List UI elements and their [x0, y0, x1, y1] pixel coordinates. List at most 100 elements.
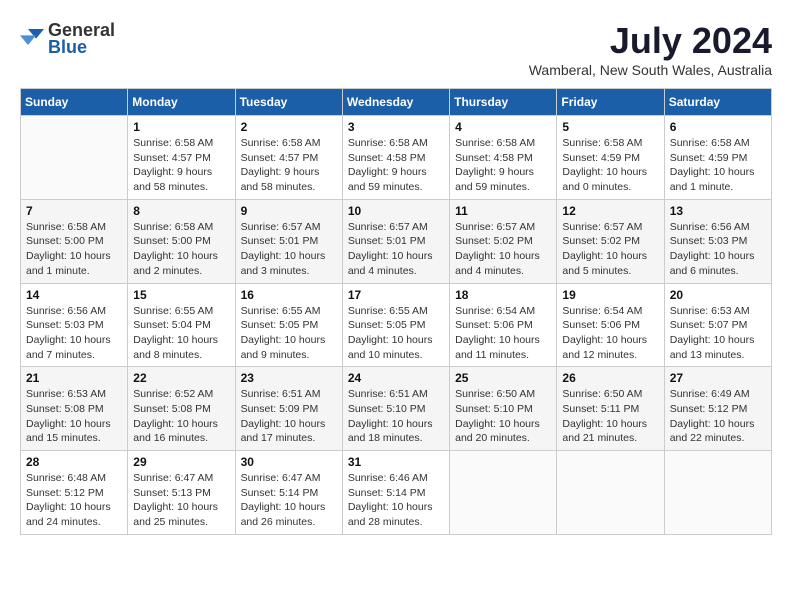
day-header-thursday: Thursday: [450, 89, 557, 116]
calendar-cell: 5 Sunrise: 6:58 AMSunset: 4:59 PMDaylight…: [557, 116, 664, 200]
calendar-cell: 28 Sunrise: 6:48 AMSunset: 5:12 PMDayligh…: [21, 451, 128, 535]
day-info: Sunrise: 6:51 AMSunset: 5:09 PMDaylight:…: [241, 387, 337, 446]
week-row-3: 14 Sunrise: 6:56 AMSunset: 5:03 PMDayligh…: [21, 283, 772, 367]
calendar-cell: 13 Sunrise: 6:56 AMSunset: 5:03 PMDayligh…: [664, 199, 771, 283]
day-info: Sunrise: 6:56 AMSunset: 5:03 PMDaylight:…: [26, 304, 122, 363]
day-header-saturday: Saturday: [664, 89, 771, 116]
calendar-cell: 4 Sunrise: 6:58 AMSunset: 4:58 PMDaylight…: [450, 116, 557, 200]
month-title: July 2024: [529, 20, 772, 62]
calendar-cell: 31 Sunrise: 6:46 AMSunset: 5:14 PMDayligh…: [342, 451, 449, 535]
day-number: 12: [562, 204, 658, 218]
calendar-cell: 10 Sunrise: 6:57 AMSunset: 5:01 PMDayligh…: [342, 199, 449, 283]
calendar-cell: [21, 116, 128, 200]
day-header-sunday: Sunday: [21, 89, 128, 116]
day-number: 26: [562, 371, 658, 385]
day-number: 1: [133, 120, 229, 134]
day-info: Sunrise: 6:58 AMSunset: 4:58 PMDaylight:…: [348, 136, 444, 195]
day-info: Sunrise: 6:55 AMSunset: 5:05 PMDaylight:…: [348, 304, 444, 363]
logo-blue: Blue: [48, 37, 115, 58]
logo-icon: [20, 29, 44, 49]
day-info: Sunrise: 6:54 AMSunset: 5:06 PMDaylight:…: [562, 304, 658, 363]
day-number: 22: [133, 371, 229, 385]
calendar-cell: 8 Sunrise: 6:58 AMSunset: 5:00 PMDaylight…: [128, 199, 235, 283]
day-info: Sunrise: 6:47 AMSunset: 5:14 PMDaylight:…: [241, 471, 337, 530]
day-info: Sunrise: 6:46 AMSunset: 5:14 PMDaylight:…: [348, 471, 444, 530]
calendar-table: SundayMondayTuesdayWednesdayThursdayFrid…: [20, 88, 772, 535]
calendar-cell: 12 Sunrise: 6:57 AMSunset: 5:02 PMDayligh…: [557, 199, 664, 283]
day-info: Sunrise: 6:58 AMSunset: 5:00 PMDaylight:…: [26, 220, 122, 279]
day-info: Sunrise: 6:58 AMSunset: 4:59 PMDaylight:…: [562, 136, 658, 195]
calendar-cell: 21Sunrise: 6:53 AMSunset: 5:08 PMDayligh…: [21, 367, 128, 451]
calendar-cell: 27Sunrise: 6:49 AMSunset: 5:12 PMDayligh…: [664, 367, 771, 451]
calendar-cell: [664, 451, 771, 535]
day-info: Sunrise: 6:58 AMSunset: 4:59 PMDaylight:…: [670, 136, 766, 195]
calendar-cell: 23 Sunrise: 6:51 AMSunset: 5:09 PMDayligh…: [235, 367, 342, 451]
day-number: 8: [133, 204, 229, 218]
day-number: 28: [26, 455, 122, 469]
calendar-cell: 15Sunrise: 6:55 AMSunset: 5:04 PMDayligh…: [128, 283, 235, 367]
calendar-cell: 26 Sunrise: 6:50 AMSunset: 5:11 PMDayligh…: [557, 367, 664, 451]
header: General Blue July 2024 Wamberal, New Sou…: [20, 20, 772, 78]
week-row-4: 21Sunrise: 6:53 AMSunset: 5:08 PMDayligh…: [21, 367, 772, 451]
day-number: 31: [348, 455, 444, 469]
day-number: 10: [348, 204, 444, 218]
day-info: Sunrise: 6:50 AMSunset: 5:10 PMDaylight:…: [455, 387, 551, 446]
day-info: Sunrise: 6:58 AMSunset: 4:58 PMDaylight:…: [455, 136, 551, 195]
day-number: 27: [670, 371, 766, 385]
day-info: Sunrise: 6:53 AMSunset: 5:08 PMDaylight:…: [26, 387, 122, 446]
day-info: Sunrise: 6:58 AMSunset: 5:00 PMDaylight:…: [133, 220, 229, 279]
day-info: Sunrise: 6:55 AMSunset: 5:05 PMDaylight:…: [241, 304, 337, 363]
day-info: Sunrise: 6:53 AMSunset: 5:07 PMDaylight:…: [670, 304, 766, 363]
day-info: Sunrise: 6:56 AMSunset: 5:03 PMDaylight:…: [670, 220, 766, 279]
day-number: 6: [670, 120, 766, 134]
calendar-cell: 16 Sunrise: 6:55 AMSunset: 5:05 PMDayligh…: [235, 283, 342, 367]
calendar-cell: [450, 451, 557, 535]
day-info: Sunrise: 6:57 AMSunset: 5:02 PMDaylight:…: [562, 220, 658, 279]
day-number: 23: [241, 371, 337, 385]
day-number: 19: [562, 288, 658, 302]
day-info: Sunrise: 6:58 AMSunset: 4:57 PMDaylight:…: [241, 136, 337, 195]
calendar-cell: 9Sunrise: 6:57 AMSunset: 5:01 PMDaylight…: [235, 199, 342, 283]
calendar-cell: 1Sunrise: 6:58 AMSunset: 4:57 PMDaylight…: [128, 116, 235, 200]
calendar-cell: 25Sunrise: 6:50 AMSunset: 5:10 PMDayligh…: [450, 367, 557, 451]
day-header-wednesday: Wednesday: [342, 89, 449, 116]
day-number: 11: [455, 204, 551, 218]
calendar-cell: 2 Sunrise: 6:58 AMSunset: 4:57 PMDaylight…: [235, 116, 342, 200]
calendar-cell: 19 Sunrise: 6:54 AMSunset: 5:06 PMDayligh…: [557, 283, 664, 367]
day-number: 13: [670, 204, 766, 218]
day-number: 2: [241, 120, 337, 134]
day-info: Sunrise: 6:50 AMSunset: 5:11 PMDaylight:…: [562, 387, 658, 446]
day-number: 18: [455, 288, 551, 302]
calendar-cell: 6 Sunrise: 6:58 AMSunset: 4:59 PMDaylight…: [664, 116, 771, 200]
calendar-cell: [557, 451, 664, 535]
week-row-1: 1 Sunrise: 6:58 AMSunset: 4:57 PMDaylight…: [21, 116, 772, 200]
calendar-cell: 29Sunrise: 6:47 AMSunset: 5:13 PMDayligh…: [128, 451, 235, 535]
day-number: 7: [26, 204, 122, 218]
day-number: 5: [562, 120, 658, 134]
day-number: 30: [241, 455, 337, 469]
day-info: Sunrise: 6:47 AMSunset: 5:13 PMDaylight:…: [133, 471, 229, 530]
day-info: Sunrise: 6:57 AMSunset: 5:01 PMDaylight:…: [348, 220, 444, 279]
calendar-cell: 22 Sunrise: 6:52 AMSunset: 5:08 PMDayligh…: [128, 367, 235, 451]
day-number: 14: [26, 288, 122, 302]
logo-text: General Blue: [48, 20, 115, 58]
day-header-friday: Friday: [557, 89, 664, 116]
calendar-cell: 20Sunrise: 6:53 AMSunset: 5:07 PMDayligh…: [664, 283, 771, 367]
calendar-cell: 3Sunrise: 6:58 AMSunset: 4:58 PMDaylight…: [342, 116, 449, 200]
day-number: 17: [348, 288, 444, 302]
day-info: Sunrise: 6:57 AMSunset: 5:02 PMDaylight:…: [455, 220, 551, 279]
calendar-cell: 11 Sunrise: 6:57 AMSunset: 5:02 PMDayligh…: [450, 199, 557, 283]
day-info: Sunrise: 6:52 AMSunset: 5:08 PMDaylight:…: [133, 387, 229, 446]
day-number: 16: [241, 288, 337, 302]
day-info: Sunrise: 6:54 AMSunset: 5:06 PMDaylight:…: [455, 304, 551, 363]
title-section: July 2024 Wamberal, New South Wales, Aus…: [529, 20, 772, 78]
day-number: 24: [348, 371, 444, 385]
day-info: Sunrise: 6:57 AMSunset: 5:01 PMDaylight:…: [241, 220, 337, 279]
logo: General Blue: [20, 20, 115, 58]
day-info: Sunrise: 6:48 AMSunset: 5:12 PMDaylight:…: [26, 471, 122, 530]
day-header-monday: Monday: [128, 89, 235, 116]
day-number: 4: [455, 120, 551, 134]
days-header-row: SundayMondayTuesdayWednesdayThursdayFrid…: [21, 89, 772, 116]
day-info: Sunrise: 6:55 AMSunset: 5:04 PMDaylight:…: [133, 304, 229, 363]
calendar-cell: 18 Sunrise: 6:54 AMSunset: 5:06 PMDayligh…: [450, 283, 557, 367]
